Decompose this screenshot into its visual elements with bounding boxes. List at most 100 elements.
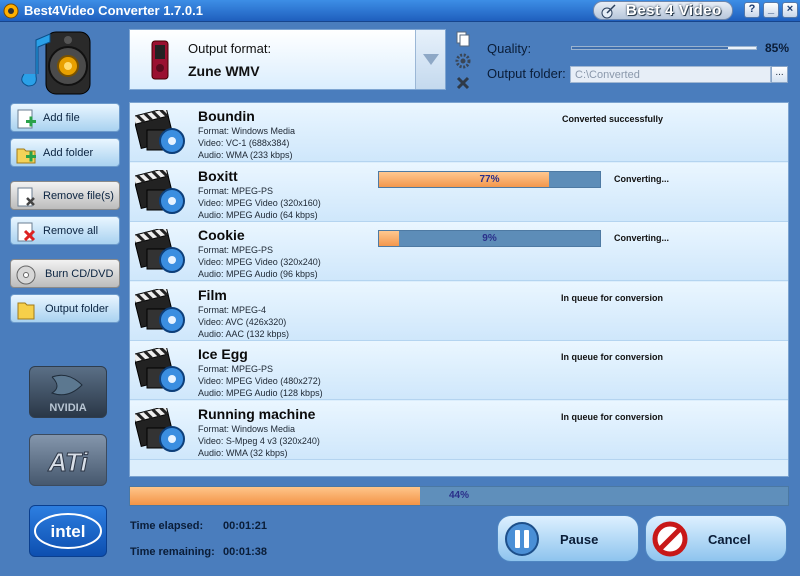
file-audio-info: Audio: AAC (132 kbps) [198,328,290,339]
file-row[interactable]: Running machine Format: Windows Media Vide… [130,400,788,460]
nvidia-logo-icon: NVIDIA [49,374,87,414]
file-row[interactable]: Film Format: MPEG-4 Video: AVC (426x320) Au… [130,281,788,341]
file-audio-info: Audio: MPEG Audio (64 kbps) [198,209,318,220]
output-folder-button[interactable]: Output folder [10,294,120,323]
close-icon[interactable] [455,75,471,91]
output-format-selector[interactable]: Output format: Zune WMV [129,29,446,90]
file-video-info: Video: MPEG Video (320x160) [198,197,321,208]
output-folder-field-label: Output folder: [487,66,566,81]
overall-progress-bar: 44% [129,486,789,506]
remove-all-icon [17,222,36,242]
time-elapsed-value: 00:01:21 [223,520,268,532]
video-file-icon [132,345,187,394]
close-button[interactable]: × [782,2,798,18]
file-status: Converting... [614,233,670,243]
copy-icon[interactable] [455,31,471,47]
browse-button[interactable]: ... [771,66,788,83]
file-status: In queue for conversion [561,292,664,303]
file-name: Film [198,286,227,303]
remove-file-icon [17,187,35,207]
brand-badge[interactable]: Best 4 Video [593,1,733,20]
add-folder-label: Add folder [43,147,94,159]
add-folder-icon [16,148,36,164]
intel-badge: intel [29,505,107,557]
window-title: Best4Video Converter 1.7.0.1 [24,3,203,18]
pause-label: Pause [560,532,599,547]
gear-icon[interactable] [455,53,471,69]
output-format-label: Output format: [188,41,272,56]
pause-icon [505,522,539,556]
intel-logo-icon: intel [34,513,102,549]
add-file-label: Add file [43,112,80,124]
app-icon [3,3,19,19]
file-video-info: Video: MPEG Video (480x272) [198,376,321,386]
file-progress-label: 9% [482,233,497,244]
nvidia-badge: NVIDIA [29,366,107,418]
burn-label: Burn CD/DVD [45,268,114,280]
time-elapsed-label: Time elapsed: [130,520,204,532]
file-status: Converted successfully [562,114,664,124]
overall-progress-label: 44% [448,490,469,501]
time-remaining-label: Time remaining: [130,546,215,558]
file-row[interactable]: Ice Egg Format: MPEG-PS Video: MPEG Video … [130,341,788,400]
file-status: Converting... [614,173,670,184]
time-remaining-value: 00:01:38 [223,546,268,558]
help-button[interactable]: ? [744,2,760,18]
file-row[interactable]: Boxitt Format: MPEG-PS Video: MPEG Video (… [130,162,788,222]
video-file-icon [132,167,187,216]
brand-name: Best 4 Video [626,2,722,19]
file-row[interactable]: Cookie Format: MPEG-PS Video: MPEG Video (… [130,222,788,281]
file-progress-label: 77% [479,173,500,185]
file-audio-info: Audio: WMA (32 kbps) [198,447,288,458]
file-format: Format: MPEG-PS [198,364,274,374]
folder-icon [17,302,35,320]
file-format: Format: MPEG-PS [198,245,274,255]
video-file-icon [132,107,187,156]
file-audio-info: Audio: MPEG Audio (128 kbps) [198,388,323,398]
remove-all-button[interactable]: Remove all [10,216,120,245]
ati-label: ATi [47,447,88,477]
output-folder-label: Output folder [45,303,109,315]
chevron-down-icon [423,54,439,65]
format-dropdown-button[interactable] [415,30,445,89]
file-video-info: Video: S-Mpeg 4 v3 (320x240) [198,435,320,446]
file-row[interactable]: Boundin Format: Windows Media Video: VC-1 … [130,103,788,162]
nvidia-label: NVIDIA [49,402,86,414]
output-folder-input[interactable]: C:\Converted [570,66,771,83]
file-status: In queue for conversion [561,411,664,422]
remove-files-button[interactable]: Remove file(s) [10,181,120,210]
file-video-info: Video: MPEG Video (320x240) [198,257,321,267]
file-name: Boundin [198,108,255,124]
file-name: Boxitt [198,167,238,184]
file-audio-info: Audio: WMA (233 kbps) [198,150,293,160]
quality-label: Quality: [487,41,532,56]
remove-all-label: Remove all [43,225,99,237]
zune-device-icon [151,40,169,80]
file-format: Format: MPEG-PS [198,185,274,196]
add-folder-button[interactable]: Add folder [10,138,120,167]
burn-cd-dvd-button[interactable]: Burn CD/DVD [10,259,120,288]
remove-files-label: Remove file(s) [43,190,114,202]
speaker-logo-icon [21,31,91,95]
add-file-icon [17,109,36,129]
add-file-button[interactable]: Add file [10,103,120,132]
file-name: Cookie [198,227,245,243]
file-format: Format: Windows Media [198,423,296,434]
video-file-icon [132,286,187,335]
pause-button[interactable]: Pause [497,515,639,562]
file-list[interactable]: Boundin Format: Windows Media Video: VC-1 … [129,102,789,477]
video-file-icon [132,226,187,275]
quality-slider[interactable] [571,46,757,50]
file-format: Format: Windows Media [198,126,296,136]
cancel-label: Cancel [708,532,751,547]
file-video-info: Video: VC-1 (688x384) [198,138,290,148]
minimize-button[interactable]: _ [763,2,779,18]
disc-icon [16,265,36,285]
intel-label: intel [51,522,86,541]
ati-badge: ATi [29,434,107,486]
file-progress-bar: 9% [378,230,601,247]
satellite-icon [601,4,616,19]
cancel-button[interactable]: Cancel [645,515,787,562]
file-name: Ice Egg [198,346,248,362]
title-bar: Best4Video Converter 1.7.0.1 Best 4 Vide… [0,0,800,22]
